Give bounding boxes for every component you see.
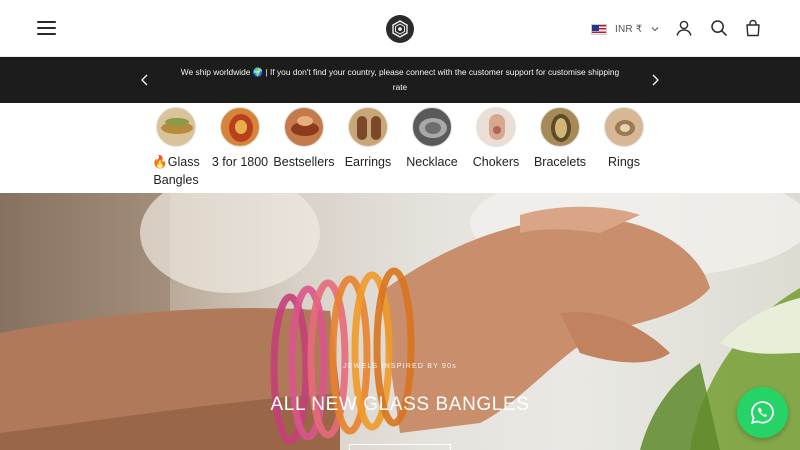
category-earrings[interactable]: Earrings (333, 107, 403, 171)
earrings-thumbnail (348, 107, 388, 147)
chokers-thumbnail (476, 107, 516, 147)
rings-thumbnail (604, 107, 644, 147)
category-label: Rings (608, 155, 640, 169)
category-label: Bracelets (533, 155, 587, 169)
hero-shop-button[interactable] (349, 444, 451, 450)
category-3-for-1800[interactable]: 3 for 1800 (205, 107, 275, 171)
category-label: 🔥Glass Bangles (152, 155, 200, 187)
account-icon[interactable] (675, 19, 693, 37)
category-label: Chokers (472, 155, 520, 169)
category-glass-bangles[interactable]: 🔥Glass Bangles (141, 107, 211, 189)
brand-logo-icon[interactable] (386, 15, 414, 43)
category-rings[interactable]: Rings (589, 107, 659, 171)
currency-label: INR ₹ (615, 23, 643, 35)
category-nav: 🔥Glass Bangles 3 for 1800 Bestsellers Ea… (0, 103, 800, 193)
chevron-down-icon (651, 27, 659, 32)
category-label: Necklace (406, 155, 458, 169)
announcement-text: We ship worldwide 🌍 | If you don't find … (180, 67, 620, 92)
3-for-1800-thumbnail (220, 107, 260, 147)
bestsellers-thumbnail (284, 107, 324, 147)
announcement-bar: We ship worldwide 🌍 | If you don't find … (0, 57, 800, 103)
category-label: Bestsellers (273, 155, 335, 169)
whatsapp-chat-button[interactable] (737, 387, 788, 438)
hero-title: ALL NEW GLASS BANGLES (270, 394, 530, 415)
category-chokers[interactable]: Chokers (461, 107, 531, 171)
chevron-left-icon[interactable] (139, 73, 151, 87)
hero-eyebrow: JEWELS INSPIRED BY 90s (343, 363, 457, 370)
category-bestsellers[interactable]: Bestsellers (269, 107, 339, 171)
glass-bangles-thumbnail (156, 107, 196, 147)
category-label: 3 for 1800 (211, 155, 269, 169)
whatsapp-icon (751, 401, 774, 424)
currency-selector[interactable]: INR ₹ (591, 21, 660, 37)
chevron-right-icon[interactable] (649, 73, 661, 87)
search-icon[interactable] (710, 19, 728, 37)
us-flag-icon (591, 23, 607, 35)
category-bracelets[interactable]: Bracelets (525, 107, 595, 171)
category-necklace[interactable]: Necklace (397, 107, 467, 171)
necklace-thumbnail (412, 107, 452, 147)
bracelets-thumbnail (540, 107, 580, 147)
cart-icon[interactable] (744, 19, 762, 37)
category-label: Earrings (344, 155, 392, 169)
site-header: INR ₹ (0, 0, 800, 57)
menu-icon[interactable] (37, 20, 56, 36)
hero-banner[interactable]: JEWELS INSPIRED BY 90s ALL NEW GLASS BAN… (0, 193, 800, 450)
